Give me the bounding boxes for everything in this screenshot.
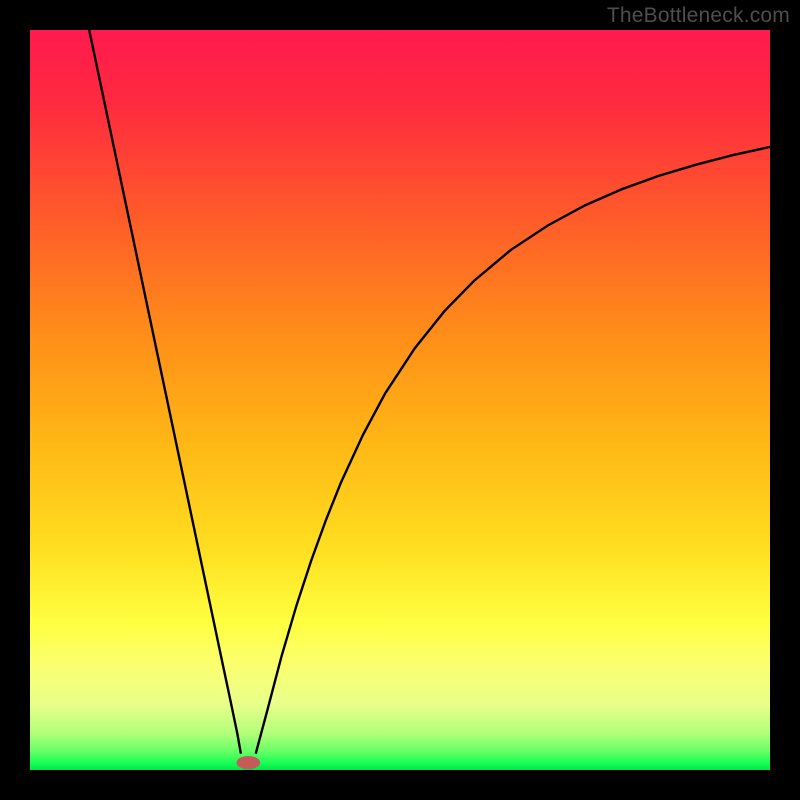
gradient-bg — [30, 30, 770, 770]
bottleneck-chart — [30, 30, 770, 770]
chart-frame — [30, 30, 770, 770]
watermark-label: TheBottleneck.com — [607, 4, 790, 28]
target-marker — [236, 756, 260, 769]
